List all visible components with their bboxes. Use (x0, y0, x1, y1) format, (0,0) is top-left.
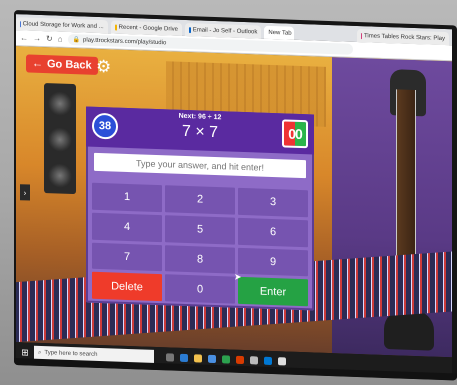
quiz-panel: 38 Next: 96 ÷ 12 7 × 7 00 1 2 3 4 5 6 7 … (86, 106, 314, 311)
game-area: ← Go Back ⚙ › 38 Next: 96 ÷ 12 7 × 7 00 … (16, 46, 452, 358)
key-9[interactable]: 9 (238, 247, 308, 277)
tab-label: Recent - Google Drive (118, 24, 179, 33)
drive-icon (114, 24, 117, 31)
browser-tab-4[interactable]: New Tab (264, 25, 295, 40)
arrow-left-icon: ← (32, 57, 43, 71)
gear-icon[interactable]: ⚙ (96, 57, 111, 78)
answer-input[interactable] (94, 152, 306, 179)
speaker-cone (48, 91, 72, 117)
delete-button[interactable]: Delete (92, 271, 162, 302)
task-view-icon[interactable] (166, 353, 174, 362)
cloud-icon (20, 20, 21, 27)
current-problem: 7 × 7 (181, 122, 219, 142)
monitor: Cloud Storage for Work and ... Recent - … (14, 10, 457, 381)
forward-arrow-icon[interactable]: → (33, 34, 41, 43)
edge-icon[interactable] (180, 353, 188, 363)
back-arrow-icon[interactable]: ← (20, 33, 28, 42)
tab-label: Cloud Storage for Work and ... (22, 20, 104, 30)
home-icon[interactable]: ⌂ (58, 35, 63, 44)
timer-badge: 00 (282, 119, 308, 149)
tab-label: Times Tables Rock Stars: Play (363, 32, 446, 42)
key-3[interactable]: 3 (238, 187, 308, 218)
search-placeholder: Type here to search (44, 350, 98, 358)
go-back-label: Go Back (47, 58, 92, 72)
lock-icon: 🔒 (72, 37, 81, 44)
outlook-icon (189, 26, 191, 33)
app-icon[interactable] (236, 355, 244, 365)
search-icon: ⌕ (38, 349, 42, 356)
key-0[interactable]: 0 (165, 274, 235, 304)
speaker-cone (48, 127, 72, 153)
key-2[interactable]: 2 (165, 185, 235, 215)
file-explorer-icon[interactable] (194, 354, 202, 363)
key-4[interactable]: 4 (92, 212, 162, 242)
store-icon[interactable] (208, 354, 216, 364)
outlook-taskbar-icon[interactable] (264, 356, 272, 366)
key-5[interactable]: 5 (165, 215, 235, 245)
chevron-right-icon[interactable]: › (20, 184, 30, 201)
reload-icon[interactable]: ↻ (46, 34, 53, 43)
url-text: play.ttrockstars.com/play/studio (83, 36, 167, 46)
key-8[interactable]: 8 (165, 244, 235, 274)
key-1[interactable]: 1 (92, 182, 162, 212)
speaker-cone (48, 163, 72, 189)
key-6[interactable]: 6 (238, 217, 308, 247)
go-back-button[interactable]: ← Go Back (26, 54, 98, 75)
tab-label: New Tab (268, 29, 292, 37)
mouse-cursor-icon: ➤ (234, 271, 242, 282)
keypad: 1 2 3 4 5 6 7 8 9 Delete 0 Enter (92, 182, 308, 307)
enter-button[interactable]: Enter (238, 277, 308, 307)
app-icon[interactable] (250, 356, 258, 365)
key-7[interactable]: 7 (92, 242, 162, 272)
ttrs-icon (361, 32, 362, 39)
app-icon[interactable] (278, 357, 286, 366)
quiz-header: 38 Next: 96 ÷ 12 7 × 7 00 (86, 106, 314, 155)
screen: Cloud Storage for Work and ... Recent - … (16, 14, 452, 378)
chrome-icon[interactable] (222, 355, 230, 364)
tab-label: Email - Jo Self - Outlook (192, 26, 258, 35)
speaker (44, 83, 76, 195)
